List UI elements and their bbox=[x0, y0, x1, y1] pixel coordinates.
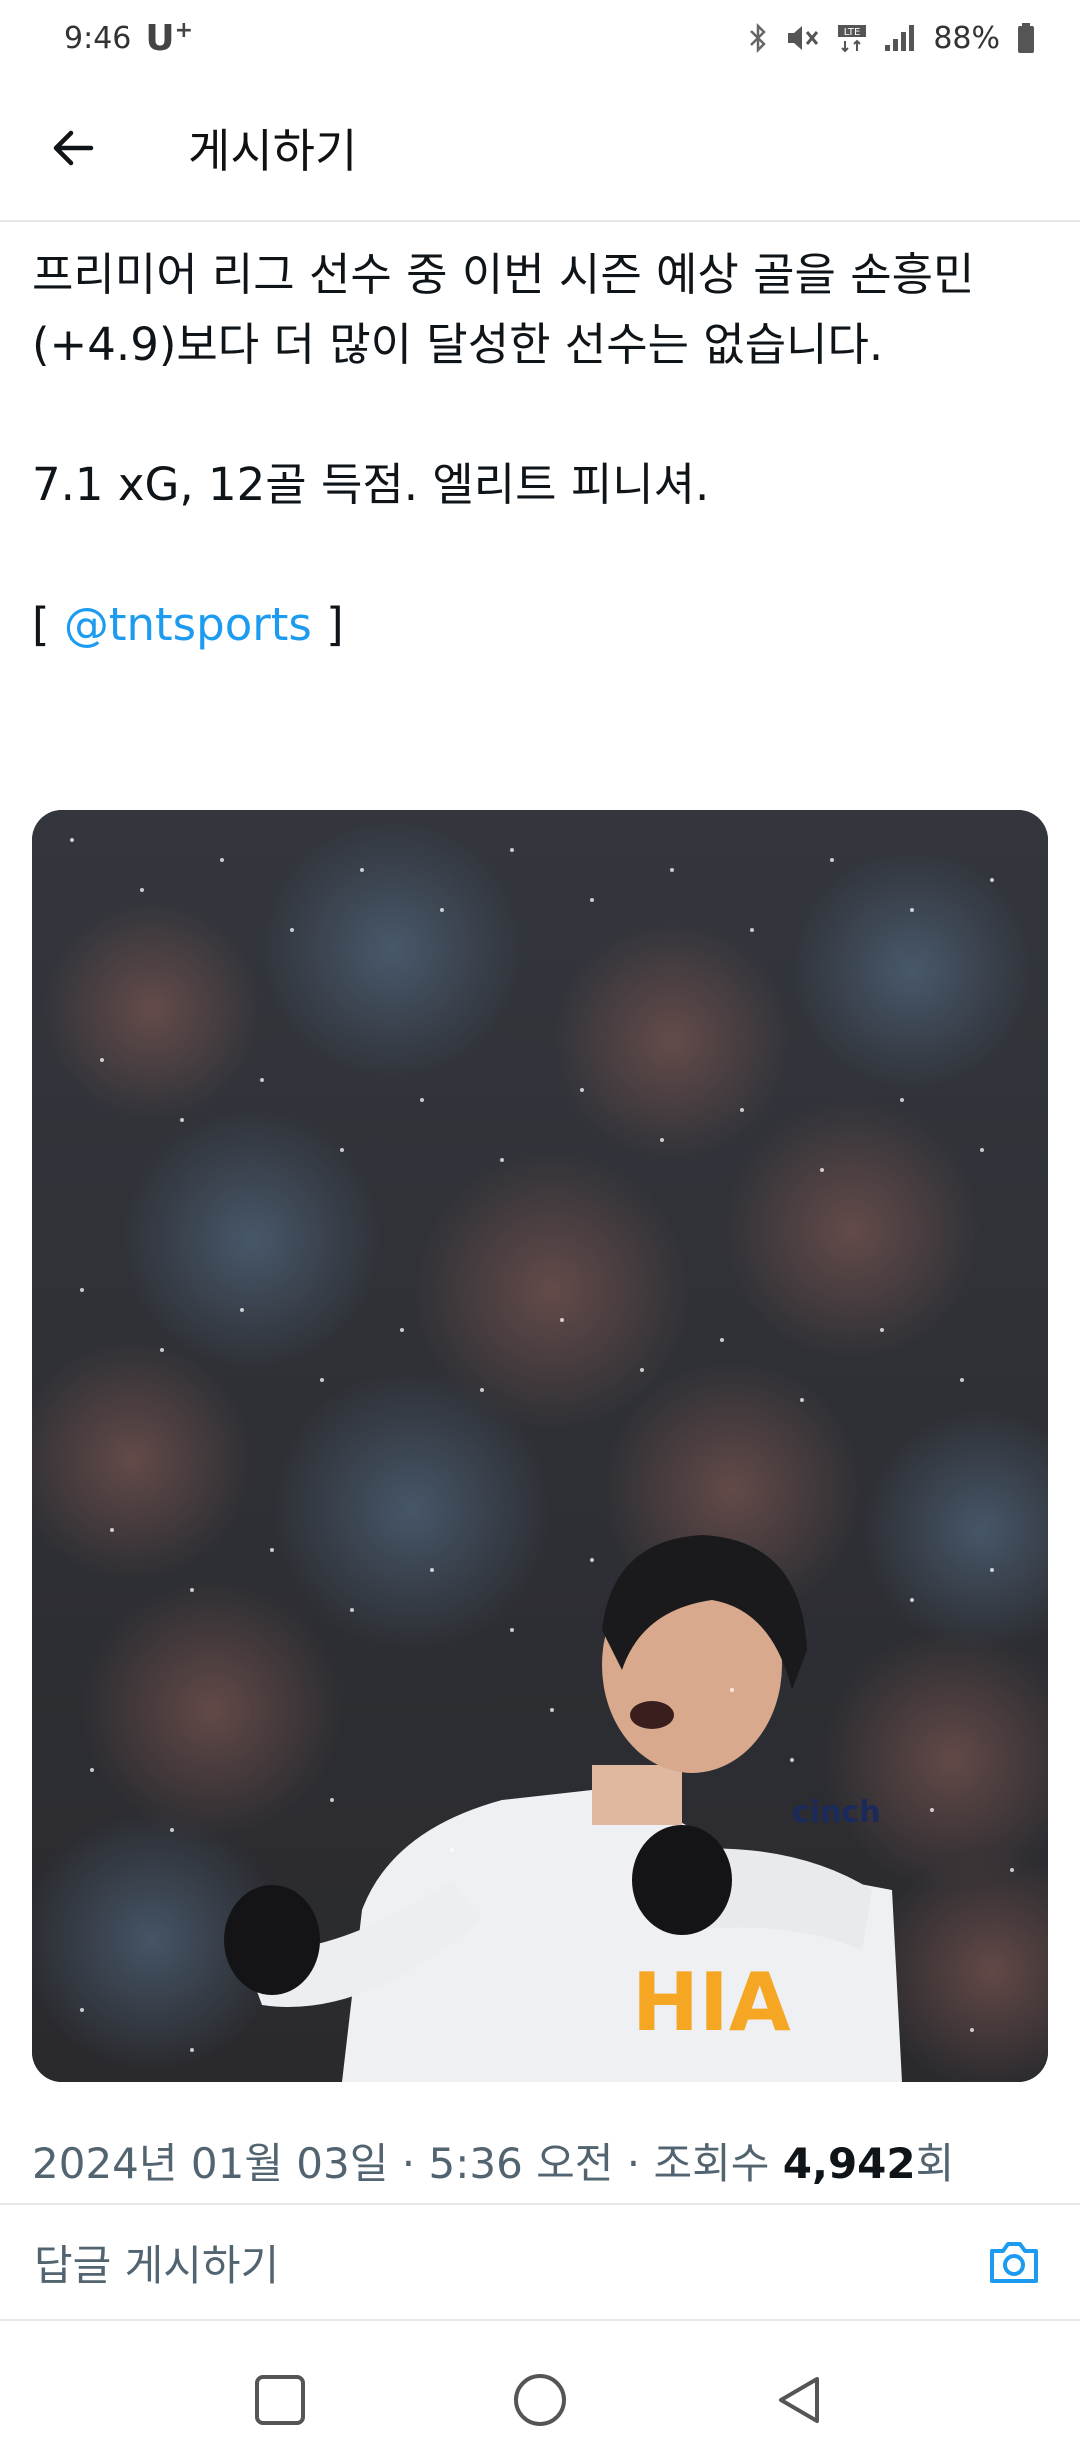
home-button[interactable] bbox=[500, 2360, 580, 2440]
status-time: 9:46 bbox=[64, 20, 132, 56]
system-nav-bar bbox=[0, 2340, 1080, 2460]
carrier-logo: U+ bbox=[145, 18, 193, 59]
views-suffix: 회 bbox=[915, 2139, 955, 2188]
app-header: 게시하기 bbox=[0, 76, 1080, 222]
views-label: 조회수 bbox=[653, 2139, 783, 2188]
carrier-sup: + bbox=[174, 17, 194, 43]
post-date: 2024년 01월 03일 bbox=[32, 2139, 389, 2188]
recent-apps-button[interactable] bbox=[240, 2360, 320, 2440]
battery-percent: 88% bbox=[933, 20, 1000, 56]
post-paragraph-2: 7.1 xG, 12골 득점. 엘리트 피니셔. bbox=[32, 458, 710, 511]
meta-separator: · bbox=[613, 2139, 654, 2188]
camera-icon bbox=[990, 2242, 1038, 2283]
post-paragraph-3: [ @tntsports ] bbox=[32, 590, 1042, 660]
svg-text:LTE: LTE bbox=[844, 27, 861, 38]
camera-button[interactable] bbox=[982, 2230, 1046, 2294]
reply-bar: 답글 게시하기 bbox=[0, 2203, 1080, 2321]
carrier-name: U bbox=[145, 17, 175, 59]
bracket-close: ] bbox=[311, 598, 344, 651]
post-time: 5:36 오전 bbox=[428, 2139, 614, 2188]
svg-text:cinch: cinch bbox=[792, 1795, 881, 1830]
arrow-left-icon bbox=[53, 130, 94, 166]
signal-icon bbox=[885, 25, 915, 51]
lte-icon: LTE bbox=[838, 25, 867, 53]
reply-input[interactable]: 답글 게시하기 bbox=[34, 2232, 982, 2293]
post-image[interactable]: cinch HIA bbox=[32, 810, 1048, 2082]
system-back-button[interactable] bbox=[760, 2360, 840, 2440]
post-meta: 2024년 01월 03일 · 5:36 오전 · 조회수 4,942회 bbox=[32, 2130, 1048, 2191]
back-button[interactable] bbox=[28, 103, 118, 193]
post-paragraph-1: 프리미어 리그 선수 중 이번 시즌 예상 골을 손흥민(+4.9)보다 더 많… bbox=[32, 248, 975, 371]
post-body: 프리미어 리그 선수 중 이번 시즌 예상 골을 손흥민(+4.9)보다 더 많… bbox=[32, 240, 1042, 660]
page-title: 게시하기 bbox=[188, 124, 358, 178]
status-right: LTE 88% bbox=[747, 21, 1036, 56]
bluetooth-icon bbox=[750, 23, 767, 53]
battery-icon bbox=[1018, 23, 1034, 53]
circle-icon bbox=[514, 2374, 566, 2426]
mention-link[interactable]: @tntsports bbox=[64, 598, 312, 651]
svg-text:HIA: HIA bbox=[632, 1956, 791, 2049]
status-bar: 9:46 U+ LTE 88% bbox=[0, 0, 1080, 76]
post-image-graphic: cinch HIA bbox=[32, 810, 1048, 2082]
mute-icon bbox=[788, 26, 819, 50]
status-left: 9:46 U+ bbox=[64, 18, 193, 59]
bracket-open: [ bbox=[32, 598, 64, 651]
views-count[interactable]: 4,942 bbox=[783, 2139, 916, 2188]
triangle-back-icon bbox=[779, 2377, 819, 2423]
square-icon bbox=[255, 2375, 305, 2425]
meta-separator: · bbox=[388, 2139, 429, 2188]
